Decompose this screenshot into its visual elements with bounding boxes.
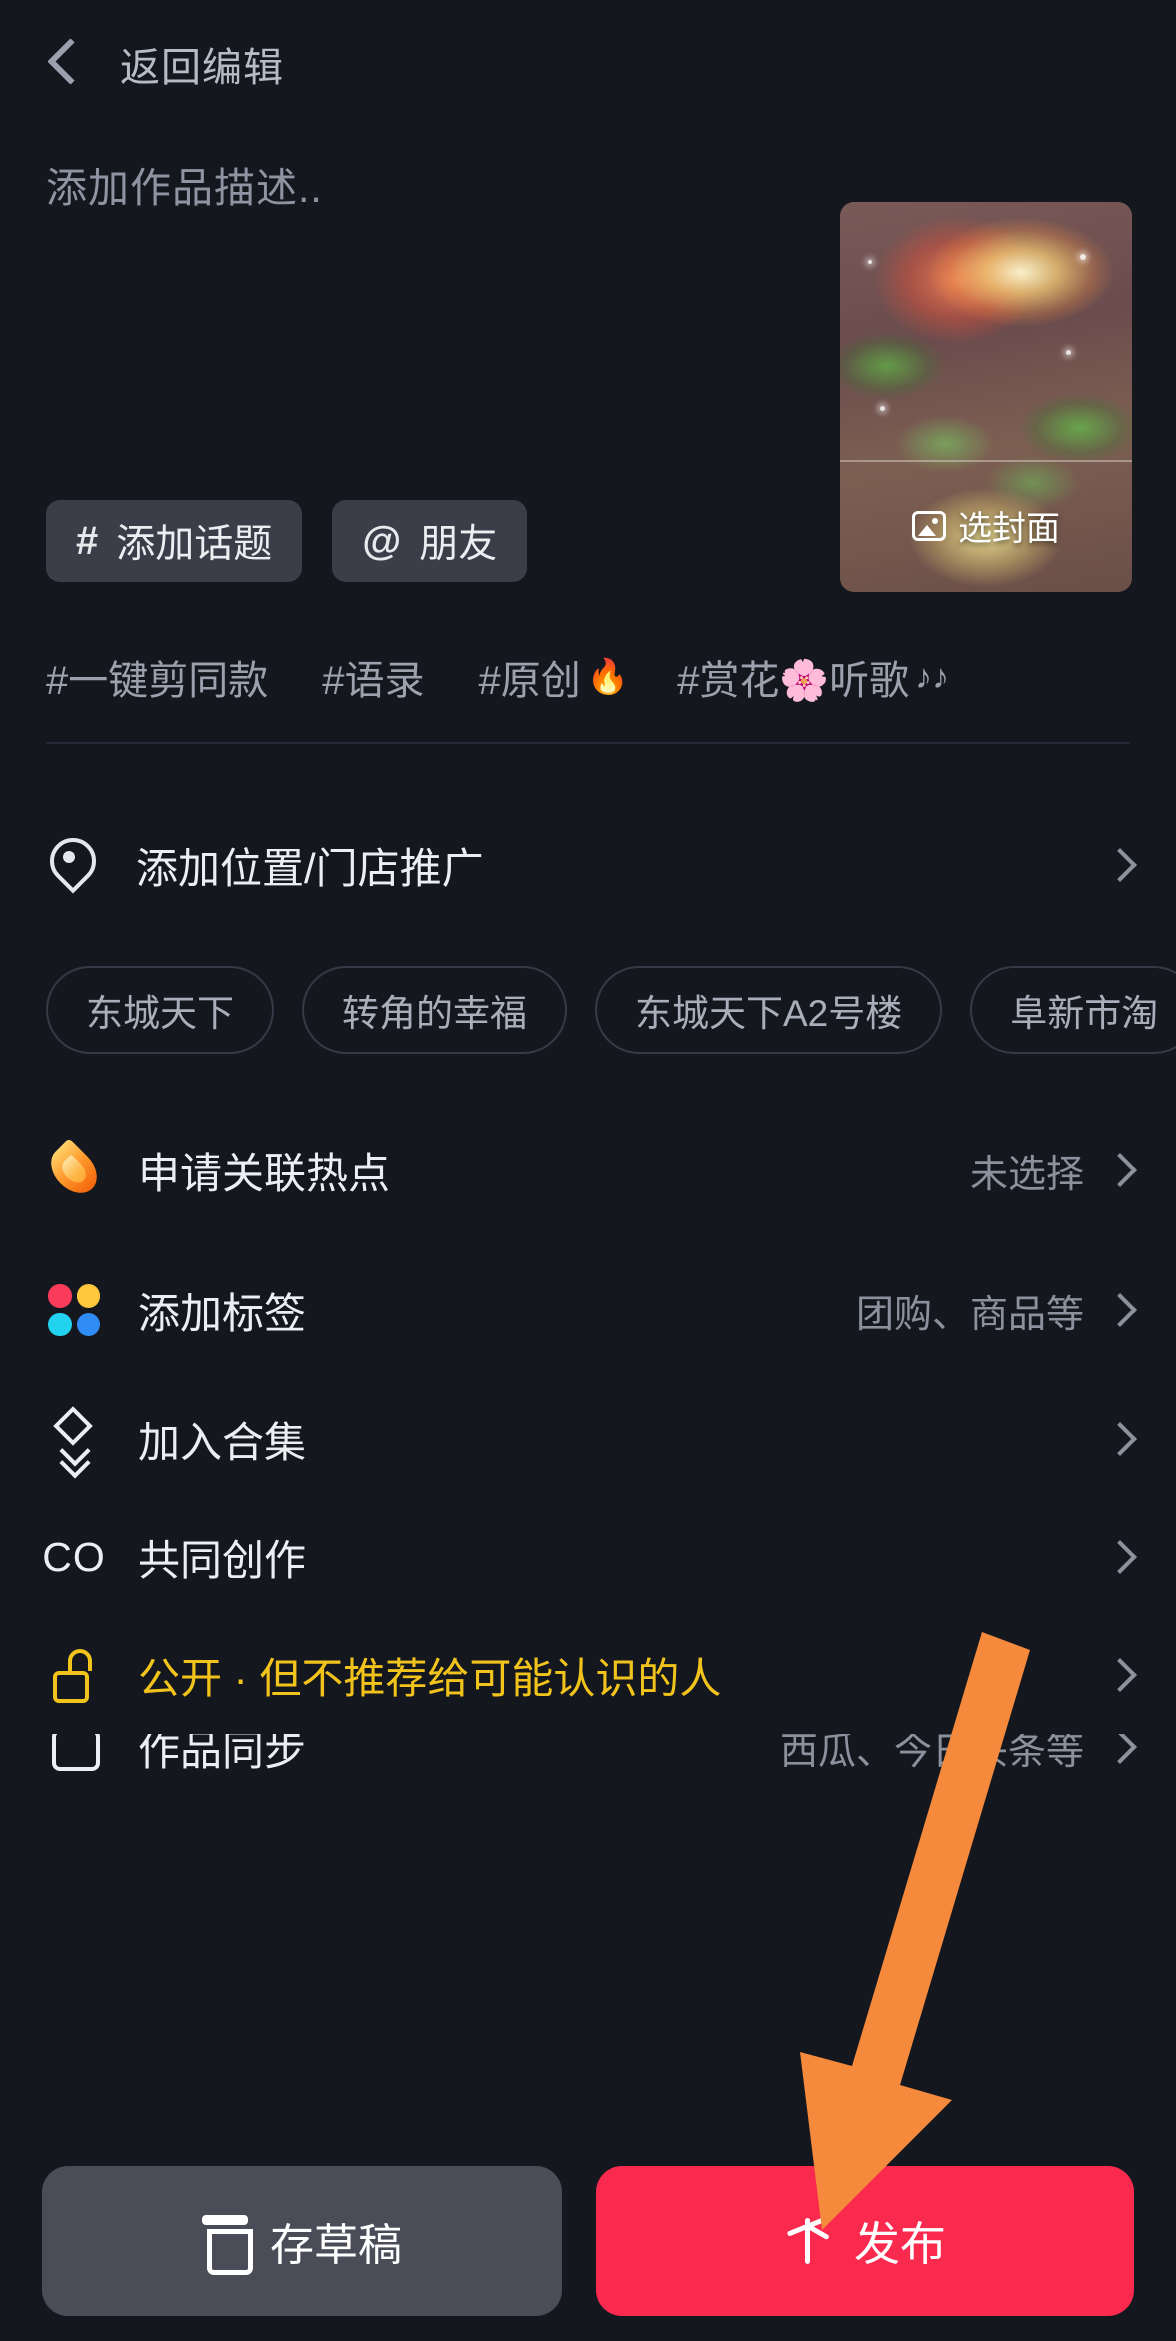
hashtag-suggestion-list: #一键剪同款 #语录 #原创 🔥 #赏花🌸听歌 ♪♪ (46, 648, 949, 706)
hashtag-suggestion[interactable]: #一键剪同款 (46, 648, 274, 706)
save-draft-label: 存草稿 (270, 2221, 402, 2270)
section-divider (46, 742, 1130, 744)
settings-row-label: 共同创作 (138, 1536, 307, 1584)
mention-friend-button[interactable]: @ 朋友 (332, 500, 528, 582)
add-location-label: 添加位置/门店推广 (136, 844, 484, 892)
hashtag-text: #原创 (478, 659, 581, 703)
settings-row-collection[interactable]: 加入合集 (0, 1380, 1176, 1498)
location-chip[interactable]: 东城天下A2号楼 (595, 966, 943, 1054)
add-location-row[interactable]: 添加位置/门店推广 (0, 800, 1176, 930)
publish-star-icon (784, 2218, 830, 2264)
mention-friend-label: 朋友 (419, 523, 498, 566)
chevron-right-icon (1108, 1292, 1130, 1328)
hashtag-text: #语录 (322, 659, 425, 703)
select-cover-button[interactable]: 选封面 (840, 501, 1132, 550)
settings-row-privacy[interactable]: 公开 · 但不推荐给可能认识的人 (0, 1616, 1176, 1734)
location-chip-list: 东城天下 转角的幸福 东城天下A2号楼 阜新市淘 (46, 966, 1176, 1054)
compose-buttons: # 添加话题 @ 朋友 (46, 500, 528, 582)
page-title[interactable]: 返回编辑 (120, 35, 284, 93)
flame-icon (42, 1138, 106, 1202)
hashtag-text: #一键剪同款 (46, 659, 269, 703)
publish-label: 发布 (854, 2218, 946, 2270)
sparkle-icon (1066, 350, 1071, 355)
settings-row-hotspot[interactable]: 申请关联热点 未选择 (0, 1100, 1176, 1240)
chevron-right-icon (1108, 1657, 1130, 1693)
chevron-right-icon (1108, 1734, 1130, 1765)
music-note-emoji-icon: ♪♪ (915, 657, 950, 696)
save-draft-button[interactable]: 存草稿 (42, 2166, 562, 2316)
settings-row-tags[interactable]: 添加标签 团购、商品等 (0, 1240, 1176, 1380)
draft-box-icon (202, 2215, 253, 2275)
hashtag-suggestion[interactable]: #赏花🌸听歌 ♪♪ (677, 648, 949, 706)
hashtag-suggestion[interactable]: #原创 🔥 (479, 648, 630, 706)
hashtag-text: #赏花🌸听歌 (677, 659, 910, 703)
settings-row-label: 申请关联热点 (138, 1149, 391, 1197)
app-header: 返回编辑 (0, 0, 1176, 128)
chevron-right-icon (1108, 847, 1130, 883)
sync-icon (46, 1734, 102, 1771)
chevron-right-icon (1108, 1421, 1130, 1457)
publish-screen: 返回编辑 添加作品描述.. 选封面 # 添加话题 @ 朋友 #一键剪同款 #语录… (0, 0, 1176, 2341)
bottom-action-bar: 存草稿 发布 (0, 2141, 1176, 2341)
layers-icon (46, 1406, 102, 1466)
settings-row-value: 西瓜、今日头条等 (779, 1734, 1084, 1773)
location-chip[interactable]: 转角的幸福 (302, 966, 567, 1054)
settings-row-cocreate[interactable]: CO 共同创作 (0, 1498, 1176, 1616)
location-chip[interactable]: 阜新市淘 (970, 966, 1176, 1054)
settings-row-sync[interactable]: 作品同步 西瓜、今日头条等 (0, 1734, 1176, 1852)
settings-row-label: 公开 · 但不推荐给可能认识的人 (138, 1654, 722, 1702)
settings-row-value: 团购、商品等 (855, 1293, 1084, 1336)
chevron-right-icon (1108, 1539, 1130, 1575)
cover-thumbnail[interactable]: 选封面 (840, 202, 1132, 592)
co-create-icon: CO (42, 1533, 106, 1580)
hashtag-suggestion[interactable]: #语录 (322, 648, 430, 706)
chevron-right-icon (1108, 1152, 1130, 1188)
cover-divider (840, 460, 1132, 462)
sparkle-icon (868, 260, 872, 264)
add-topic-button[interactable]: # 添加话题 (46, 500, 303, 582)
settings-list: 申请关联热点 未选择 添加标签 团购、商品等 加入合集 CO 共同创作 公开 ·… (0, 1100, 1176, 1852)
description-input-placeholder[interactable]: 添加作品描述.. (46, 154, 323, 214)
image-icon (912, 510, 946, 541)
chevron-left-icon[interactable] (46, 35, 86, 93)
settings-row-value: 未选择 (969, 1153, 1084, 1196)
fire-emoji-icon: 🔥 (586, 658, 630, 696)
location-chip[interactable]: 东城天下 (46, 966, 274, 1054)
settings-row-label: 添加标签 (138, 1289, 307, 1337)
location-pin-icon (46, 836, 92, 894)
select-cover-label: 选封面 (958, 510, 1060, 548)
hash-icon: # (76, 519, 99, 563)
settings-row-label: 加入合集 (138, 1418, 307, 1466)
add-topic-label: 添加话题 (116, 523, 273, 566)
settings-row-label: 作品同步 (138, 1734, 307, 1774)
list-bottom-mask (0, 2090, 1176, 2146)
sparkle-icon (880, 406, 885, 411)
four-dots-icon (46, 1284, 102, 1336)
publish-button[interactable]: 发布 (596, 2166, 1134, 2316)
at-icon: @ (362, 519, 402, 563)
unlock-icon (46, 1647, 102, 1703)
sparkle-icon (1080, 254, 1086, 260)
